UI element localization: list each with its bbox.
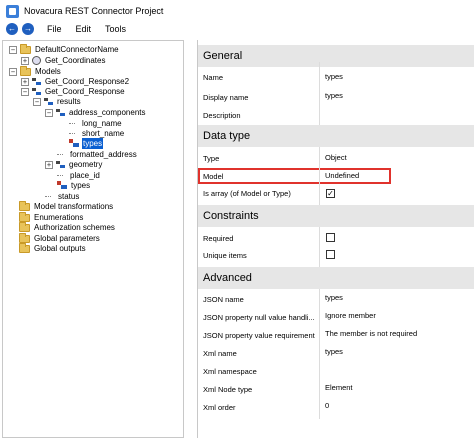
collapse-icon[interactable]: − [45,108,53,117]
type-label: Type [203,154,220,163]
tree-item-address-components[interactable]: − address_components [45,107,147,118]
unique-items-checkbox[interactable] [326,250,335,259]
json-value-requirement-dropdown[interactable]: The member is not required [325,328,417,339]
section-advanced[interactable]: Advanced [198,267,474,289]
section-general[interactable]: General [198,45,474,67]
xml-node-type-label: Xml Node type [203,385,253,394]
display-name-label: Display name [203,93,249,102]
tree-item-label: Model transformations [34,202,114,211]
expand-icon[interactable]: + [45,160,53,169]
properties-panel: General Name types Display name types De… [197,40,474,438]
tree-item-label: address_components [69,108,146,117]
tree-item-geometry[interactable]: + geometry [45,159,103,170]
xml-name-label: Xml name [203,349,237,358]
folder-icon [19,242,30,253]
tree-item-label: geometry [69,160,103,169]
expand-icon[interactable]: + [21,77,29,86]
tree-item-default-connector[interactable]: − DefaultConnectorName [9,43,120,55]
required-checkbox[interactable] [326,233,335,242]
property-leaf-icon [69,119,78,128]
tree-item-label: Global outputs [34,244,86,253]
folder-icon [20,65,31,76]
model-node-icon [56,108,65,117]
is-array-label: Is array (of Model or Type) [203,189,291,198]
property-leaf-icon [57,171,66,180]
xml-node-type-dropdown[interactable]: Element [325,382,353,393]
globe-icon [32,56,41,65]
folder-icon [20,43,31,54]
menu-bar: ← → File Edit Tools [0,20,474,37]
app-icon [6,4,19,18]
type-dropdown[interactable]: Object [325,152,347,163]
model-node-icon [44,97,53,106]
tree-item-results[interactable]: − results [33,96,82,107]
tree-item-model-transformations[interactable]: Model transformations [19,200,114,212]
collapse-icon[interactable]: − [9,45,17,54]
menu-file[interactable]: File [47,24,62,34]
section-constraints[interactable]: Constraints [198,205,474,227]
xml-name-field[interactable]: types [325,346,343,357]
column-divider [319,147,320,205]
tree-item-global-outputs[interactable]: Global outputs [19,242,87,254]
tree-item-types-selected[interactable]: types [69,138,104,149]
description-label: Description [203,111,241,120]
project-tree[interactable]: − DefaultConnectorName + Get_Coordinates… [2,40,184,438]
type-array-icon [69,139,79,148]
expand-icon[interactable]: + [21,56,29,65]
property-leaf-icon [69,129,78,138]
type-array-icon [57,181,67,190]
xml-namespace-label: Xml namespace [203,367,257,376]
unique-items-label: Unique items [203,251,247,260]
name-label: Name [203,73,224,82]
json-value-requirement-label: JSON property value requirement [203,331,315,340]
xml-order-field[interactable]: 0 [325,400,329,411]
json-name-field[interactable]: types [325,292,343,303]
model-node-icon [32,87,41,96]
display-name-field[interactable]: types [325,90,343,101]
folder-icon [19,221,30,232]
json-null-handling-dropdown[interactable]: Ignore member [325,310,376,321]
tree-item-label: results [57,97,81,106]
folder-icon [19,211,30,222]
is-array-checkbox[interactable]: ✓ [326,189,335,198]
window-title: Novacura REST Connector Project [24,6,164,16]
tree-item-types[interactable]: types [57,180,91,191]
property-leaf-icon [45,192,54,201]
back-arrow-icon[interactable]: ← [6,22,18,35]
menu-tools[interactable]: Tools [105,24,126,34]
model-node-icon [32,77,41,86]
xml-order-label: Xml order [203,403,236,412]
property-leaf-icon [57,150,66,159]
tree-item-label: types [82,138,104,149]
model-highlight-box [198,168,391,184]
name-field[interactable]: types [325,71,343,82]
folder-icon [19,232,30,243]
json-null-handling-label: JSON property null value handli... [203,313,315,322]
tree-item-get-coordinates[interactable]: + Get_Coordinates [21,55,106,66]
collapse-icon[interactable]: − [9,67,17,76]
forward-arrow-icon[interactable]: → [22,22,34,35]
tree-item-label: DefaultConnectorName [35,45,119,54]
menu-edit[interactable]: Edit [76,24,92,34]
column-divider [319,289,320,419]
tree-item-label: types [71,181,91,190]
title-bar: Novacura REST Connector Project [0,0,474,22]
tree-item-authorization-schemes[interactable]: Authorization schemes [19,221,116,233]
collapse-icon[interactable]: − [33,97,41,106]
column-divider [319,62,320,125]
required-label: Required [203,234,234,243]
section-data-type[interactable]: Data type [198,125,474,147]
json-name-label: JSON name [203,295,244,304]
tree-item-label: Authorization schemes [34,223,115,232]
collapse-icon[interactable]: − [21,87,29,96]
folder-icon [19,200,30,211]
column-divider [319,227,320,267]
tree-item-label: Get_Coordinates [45,56,106,65]
model-node-icon [56,160,65,169]
